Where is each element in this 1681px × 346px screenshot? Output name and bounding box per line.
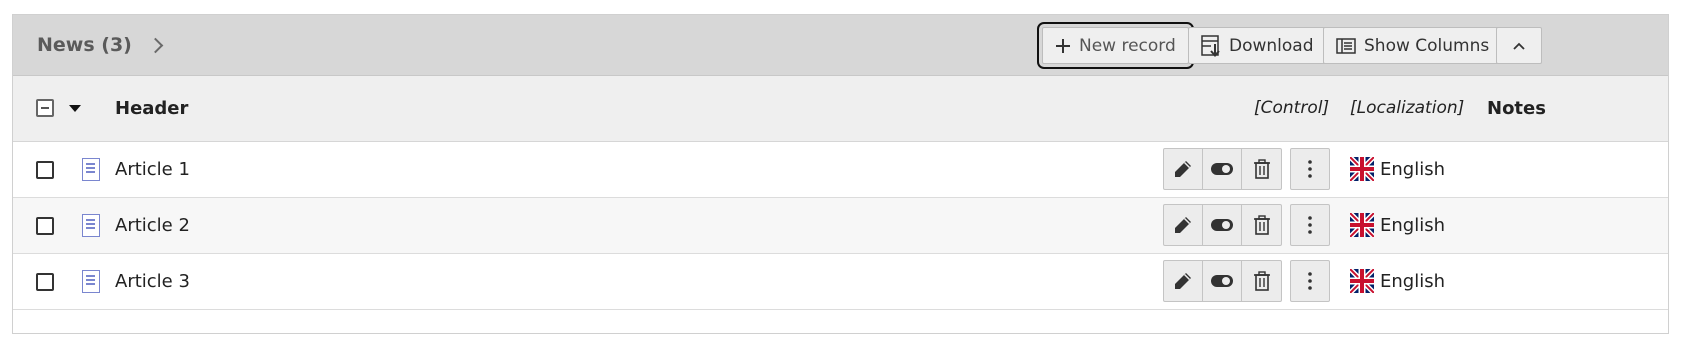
row-checkbox[interactable]	[36, 273, 54, 291]
row-title[interactable]: Article 1	[115, 159, 190, 180]
edit-button[interactable]	[1164, 149, 1203, 189]
chevron-right-icon	[147, 37, 164, 54]
toggle-icon	[1211, 275, 1233, 287]
more-vertical-icon	[1308, 160, 1312, 178]
toggle-visibility-button[interactable]	[1203, 149, 1242, 189]
table-row: Article 2 English	[13, 198, 1668, 254]
row-actions	[1163, 260, 1282, 302]
toggle-visibility-button[interactable]	[1203, 261, 1242, 301]
document-icon[interactable]	[82, 270, 100, 293]
language-label: English	[1380, 158, 1445, 180]
toggle-icon	[1211, 163, 1233, 175]
collapse-button[interactable]	[1496, 27, 1542, 64]
language-label: English	[1380, 214, 1445, 236]
delete-button[interactable]	[1242, 205, 1281, 245]
localization-cell: English	[1350, 269, 1445, 293]
new-record-label: New record	[1079, 35, 1176, 56]
document-icon[interactable]	[82, 158, 100, 181]
trash-icon	[1253, 159, 1270, 179]
row-title[interactable]: Article 3	[115, 271, 190, 292]
column-header-row: Header [Control] [Localization] Notes	[13, 76, 1668, 142]
localization-cell: English	[1350, 213, 1445, 237]
uk-flag-icon	[1350, 157, 1374, 181]
more-vertical-icon	[1308, 216, 1312, 234]
table-row: Article 1 English	[13, 142, 1668, 198]
notes-column-label[interactable]: Notes	[1487, 98, 1546, 119]
delete-button[interactable]	[1242, 149, 1281, 189]
pencil-icon	[1175, 217, 1191, 233]
show-columns-button[interactable]: Show Columns	[1323, 27, 1503, 64]
panel-header: News (3) New record Download Show Column…	[13, 15, 1668, 76]
indeterminate-mark	[41, 107, 49, 109]
control-column-label: [Control]	[1254, 98, 1330, 118]
uk-flag-icon	[1350, 269, 1374, 293]
more-options-button[interactable]	[1290, 204, 1330, 246]
more-options-button[interactable]	[1290, 260, 1330, 302]
more-vertical-icon	[1308, 272, 1312, 290]
select-all-checkbox[interactable]	[36, 99, 54, 117]
trash-icon	[1253, 215, 1270, 235]
pencil-icon	[1175, 273, 1191, 289]
record-list-panel: News (3) New record Download Show Column…	[12, 14, 1669, 334]
delete-button[interactable]	[1242, 261, 1281, 301]
table-title[interactable]: News (3)	[37, 34, 164, 56]
toggle-icon	[1211, 219, 1233, 231]
pencil-icon	[1175, 161, 1191, 177]
plus-icon	[1056, 38, 1070, 53]
row-actions	[1163, 204, 1282, 246]
edit-button[interactable]	[1164, 261, 1203, 301]
show-columns-label: Show Columns	[1364, 35, 1490, 56]
table-row: Article 3 English	[13, 254, 1668, 310]
uk-flag-icon	[1350, 213, 1374, 237]
edit-button[interactable]	[1164, 205, 1203, 245]
caret-down-icon[interactable]	[68, 104, 82, 113]
download-icon	[1201, 34, 1220, 57]
new-record-button[interactable]: New record	[1037, 22, 1194, 69]
localization-column-label: [Localization]	[1350, 98, 1465, 118]
table-title-label: News (3)	[37, 34, 132, 56]
toggle-visibility-button[interactable]	[1203, 205, 1242, 245]
language-label: English	[1380, 270, 1445, 292]
download-button[interactable]: Download	[1188, 27, 1327, 64]
localization-cell: English	[1350, 157, 1445, 181]
row-checkbox[interactable]	[36, 217, 54, 235]
document-icon[interactable]	[82, 214, 100, 237]
columns-icon	[1336, 37, 1356, 54]
row-actions	[1163, 148, 1282, 190]
more-options-button[interactable]	[1290, 148, 1330, 190]
row-checkbox[interactable]	[36, 161, 54, 179]
download-label: Download	[1229, 35, 1314, 56]
row-title[interactable]: Article 2	[115, 215, 190, 236]
trash-icon	[1253, 271, 1270, 291]
chevron-up-icon	[1513, 42, 1525, 50]
header-column-label[interactable]: Header	[115, 98, 188, 119]
